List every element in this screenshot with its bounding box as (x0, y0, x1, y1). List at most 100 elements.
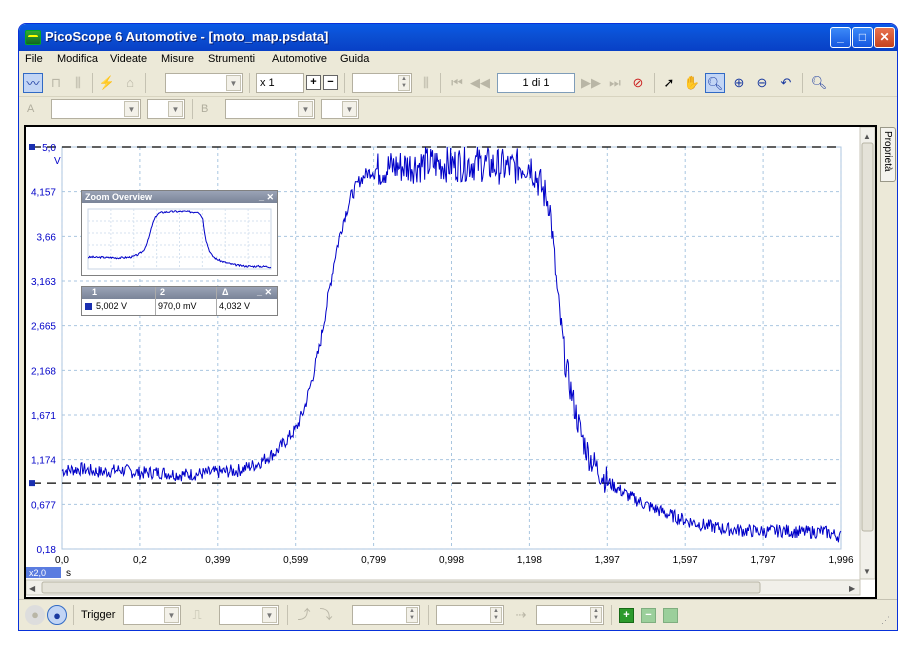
home-icon[interactable]: ⌂ (120, 73, 140, 93)
scope-view[interactable]: 5,0 4,157 3,66 3,163 2,665 2,168 1,671 1,174 0,6… (24, 125, 877, 599)
zoom-overview-titlebar[interactable]: Zoom Overview _ ✕ (82, 191, 277, 203)
y-tick-label: 0,677 (31, 500, 56, 511)
rulers-panel-header: 1 2 Δ _ ✕ (82, 287, 277, 299)
chevron-down-icon: ▼ (298, 101, 313, 117)
falling-edge-icon[interactable]: ⤵ (316, 605, 336, 625)
x-tick-label: 0,0 (55, 555, 69, 566)
menu-misure[interactable]: Misure (161, 53, 194, 65)
menu-videate[interactable]: Videate (110, 53, 147, 65)
zoom-in-icon[interactable]: ⊕ (729, 73, 749, 93)
spin-arrows-icon[interactable]: ▲ ▼ (398, 75, 410, 91)
start-icon[interactable]: ● (47, 605, 67, 625)
channel-a-coupling-select[interactable]: ▼ (147, 99, 185, 119)
horizontal-scroll-thumb[interactable] (41, 581, 761, 594)
zoom-in-step-button[interactable]: + (306, 75, 321, 90)
ruler1-value: 5,002 V (96, 301, 128, 311)
rulers-values-row: 5,002 V 970,0 mV 4,032 V (82, 299, 277, 315)
channel-b-range-select[interactable]: ▼ (225, 99, 315, 119)
x-tick-label: 0,599 (283, 555, 308, 566)
trigger-level-spinner[interactable]: ▲ ▼ (352, 605, 420, 625)
trigger-label: Trigger (81, 609, 116, 621)
zoom-overview-controls[interactable]: _ ✕ (259, 191, 274, 203)
edit-measurement-button[interactable] (663, 608, 678, 623)
trigger-source-select[interactable]: ▼ (219, 605, 279, 625)
rulers-panel[interactable]: 1 2 Δ _ ✕ 5,002 V 970,0 mV 4,032 V (81, 286, 278, 316)
stop-icon[interactable]: ● (25, 605, 45, 625)
menu-modifica[interactable]: Modifica (57, 53, 98, 65)
rising-edge-icon[interactable]: ⤴ (294, 605, 314, 625)
samples-spinner[interactable]: ▲ ▼ (352, 73, 412, 93)
spin-arrows-icon[interactable]: ▲ ▼ (490, 607, 502, 623)
probe-icon[interactable]: ⚡ (97, 73, 117, 93)
next-buffer-icon[interactable]: ▶▶ (581, 73, 601, 93)
menu-automotive[interactable]: Automotive (272, 53, 327, 65)
ruler-handle-2[interactable] (29, 480, 35, 487)
x-tick-label: 1,597 (673, 555, 698, 566)
properties-side-tab[interactable]: Proprietà (880, 127, 896, 182)
undo-zoom-icon[interactable]: ↶ (776, 73, 796, 93)
chevron-down-icon: ▼ (164, 607, 179, 623)
delta-value: 4,032 V (219, 301, 251, 311)
hand-tool-icon[interactable]: ✋ (682, 73, 702, 93)
vertical-scroll-thumb[interactable] (861, 142, 874, 532)
properties-tab-label: Proprietà (882, 131, 893, 172)
resize-grip-icon[interactable]: ⋰ (881, 615, 890, 626)
zoom-factor-field[interactable]: x 1 (256, 73, 304, 93)
menu-file[interactable]: File (25, 53, 43, 65)
x-tick-label: 0,2 (133, 555, 147, 566)
ruler1-header: 1 (92, 287, 98, 297)
buffer-navigator-icon[interactable]: ⊘ (628, 73, 648, 93)
zoom-out-step-button[interactable]: − (323, 75, 338, 90)
scope-mode-icon[interactable]: 〰 (23, 73, 43, 93)
first-buffer-icon[interactable]: ⏮ (447, 73, 467, 93)
scroll-left-icon[interactable]: ◀ (29, 584, 36, 593)
title-bar[interactable]: PicoScope 6 Automotive - [moto_map.psdat… (19, 24, 897, 51)
zoom-out-icon[interactable]: ⊖ (752, 73, 772, 93)
menu-strumenti[interactable]: Strumenti (208, 53, 255, 65)
menu-guida[interactable]: Guida (340, 53, 369, 65)
persistence-mode-icon[interactable]: ⊓ (46, 73, 66, 93)
x-tick-label: 0,799 (361, 555, 386, 566)
resolution-icon[interactable]: ⫼ (416, 73, 436, 93)
spectrum-mode-icon[interactable]: ⫼ (68, 73, 88, 93)
pre-trigger-spinner[interactable]: ▲ ▼ (436, 605, 504, 625)
remove-measurement-button[interactable]: − (641, 608, 656, 623)
timebase-select[interactable]: ▼ (165, 73, 243, 93)
pointer-tool-icon[interactable]: ➚ (659, 73, 679, 93)
post-trigger-spinner[interactable]: ▲ ▼ (536, 605, 604, 625)
zoom-overview-panel[interactable]: Zoom Overview _ ✕ (81, 190, 278, 276)
close-button[interactable]: ✕ (874, 27, 895, 48)
zoom-overview-plot[interactable] (82, 203, 277, 275)
scroll-up-icon[interactable]: ▲ (863, 132, 871, 141)
channel-toolbar: A ▼ ▼ B ▼ ▼ (19, 97, 897, 123)
post-trigger-icon[interactable]: ⇢ (511, 605, 531, 625)
channel-b-coupling-select[interactable]: ▼ (321, 99, 359, 119)
trigger-mode-select[interactable]: ▼ (123, 605, 181, 625)
x-zoom-badge-label: x2,0 (29, 568, 46, 578)
minimize-button[interactable]: _ (830, 27, 851, 48)
y-tick-label: 2,168 (31, 366, 56, 377)
previous-buffer-icon[interactable]: ◀◀ (470, 73, 490, 93)
channel-a-swatch (85, 303, 92, 310)
spin-arrows-icon[interactable]: ▲ ▼ (406, 607, 418, 623)
spin-arrows-icon[interactable]: ▲ ▼ (590, 607, 602, 623)
add-measurement-button[interactable]: + (619, 608, 634, 623)
chevron-down-icon: ▼ (262, 607, 277, 623)
x-tick-label: 1,198 (517, 555, 542, 566)
trigger-type-icon[interactable]: ⎍ (187, 605, 207, 625)
maximize-button[interactable]: □ (852, 27, 873, 48)
chevron-down-icon: ▼ (168, 101, 183, 117)
channel-a-range-select[interactable]: ▼ (51, 99, 141, 119)
ruler-handle-1[interactable] (29, 144, 35, 150)
buffer-page-indicator[interactable]: 1 di 1 (497, 73, 575, 93)
zoom-100-icon[interactable]: 🔍︎ (809, 73, 829, 93)
last-buffer-icon[interactable]: ⏭ (605, 73, 625, 93)
rulers-panel-controls[interactable]: _ ✕ (257, 287, 272, 298)
zoom-tool-icon[interactable]: 🔍︎ (705, 73, 725, 93)
scroll-down-icon[interactable]: ▼ (863, 567, 871, 576)
y-tick-label: 3,66 (37, 232, 57, 243)
y-tick-label: 2,665 (31, 322, 56, 333)
scroll-right-icon[interactable]: ▶ (849, 584, 856, 593)
chevron-down-icon: ▼ (342, 101, 357, 117)
ruler2-value: 970,0 mV (158, 301, 197, 311)
